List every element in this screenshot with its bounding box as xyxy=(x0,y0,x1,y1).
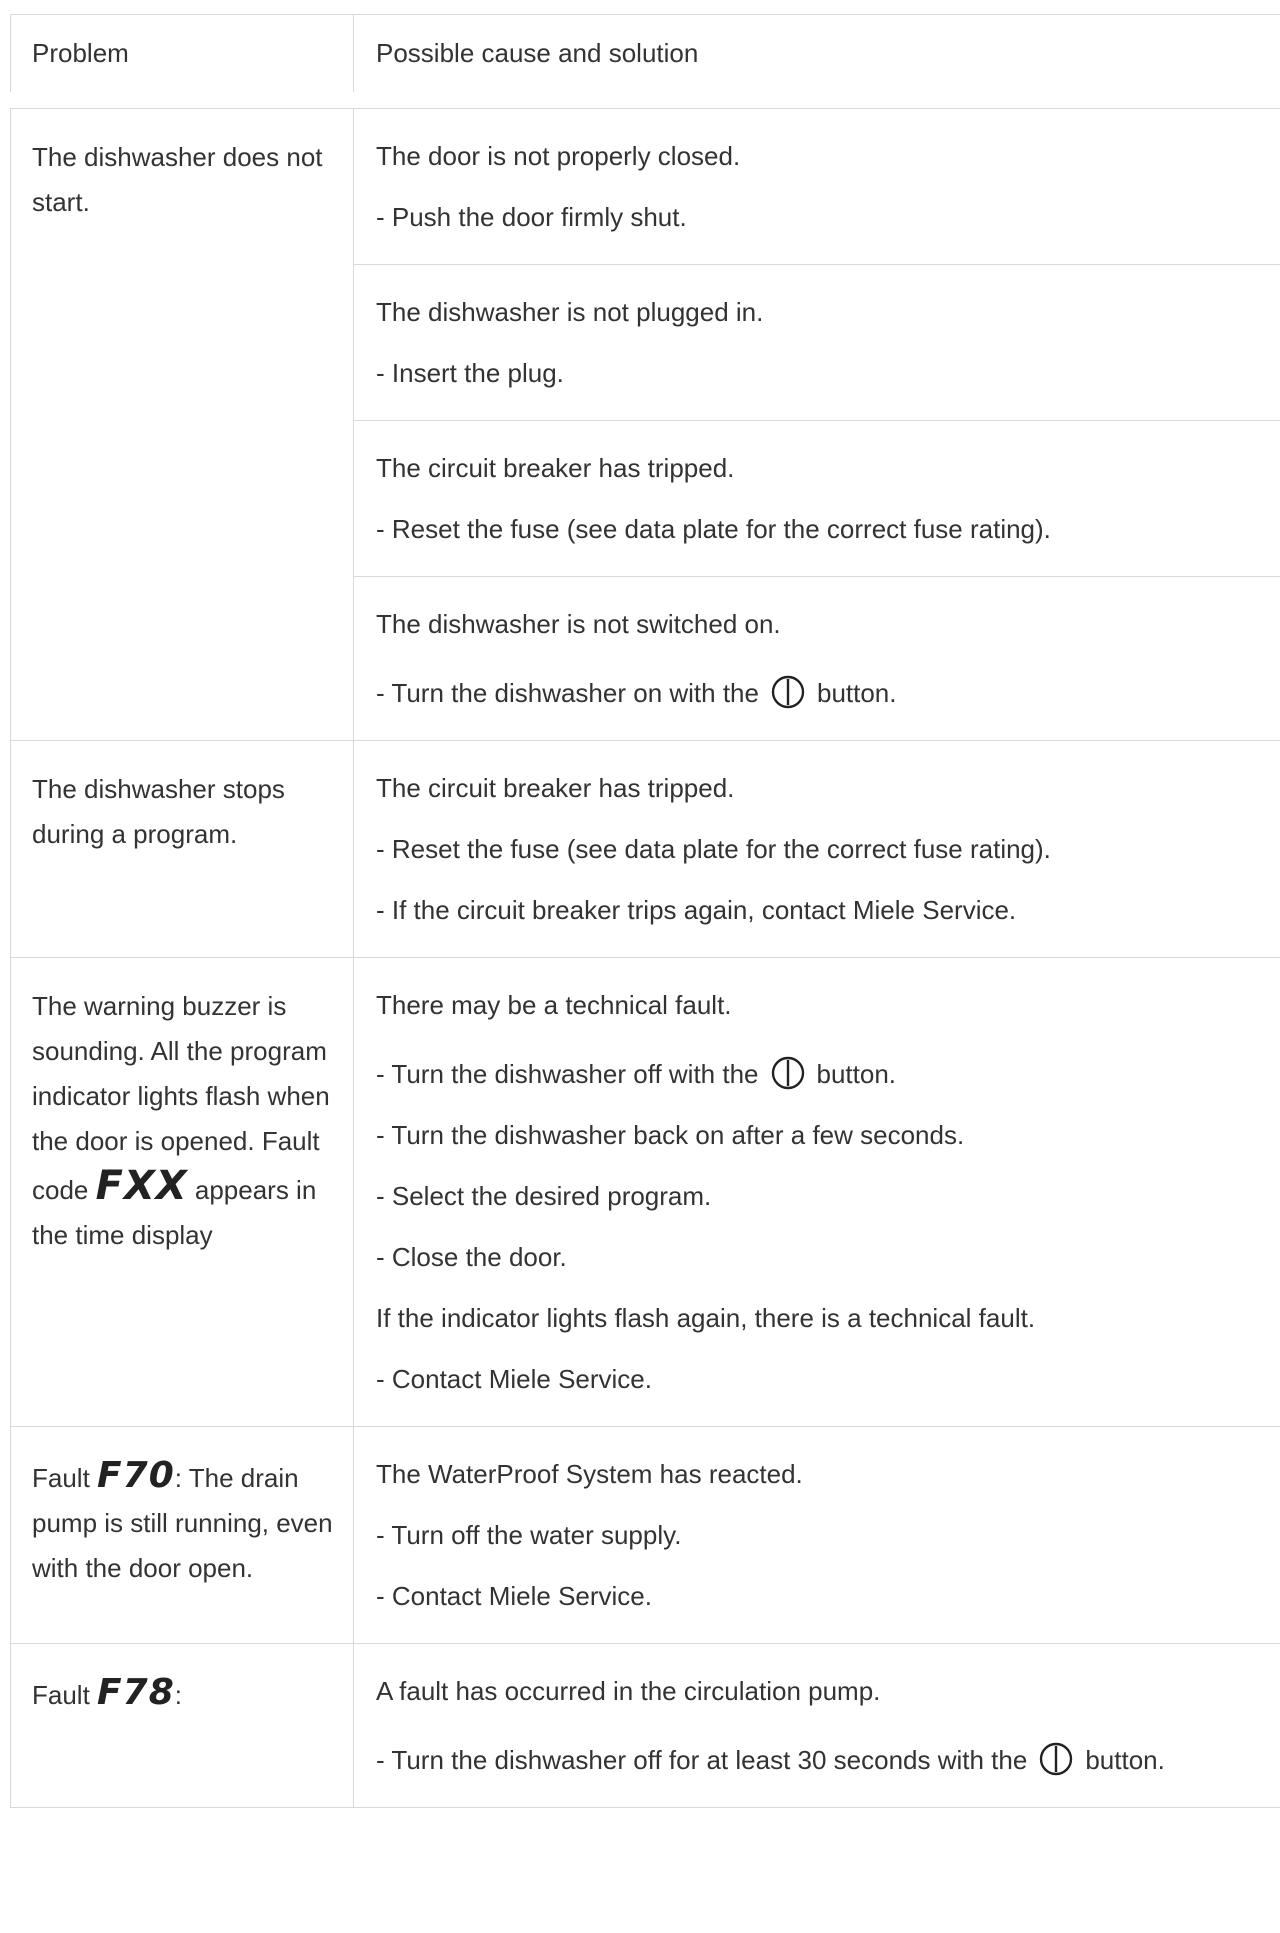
step-text: - If the circuit breaker trips again, co… xyxy=(376,895,1017,925)
header-solution: Possible cause and solution xyxy=(376,38,699,68)
cause-text: The dishwasher is not switched on. xyxy=(376,609,781,639)
solution-block: The WaterProof System has reacted. - Tur… xyxy=(354,1427,1280,1643)
note-text: If the indicator lights flash again, the… xyxy=(376,1303,1036,1333)
step-text: - Reset the fuse (see data plate for the… xyxy=(376,834,1051,864)
step-text: - Insert the plug. xyxy=(376,358,564,388)
solution-block: The circuit breaker has tripped. - Reset… xyxy=(354,741,1280,957)
solution-block: There may be a technical fault. - Turn t… xyxy=(354,958,1280,1426)
step-text: - Reset the fuse (see data plate for the… xyxy=(376,514,1051,544)
cause-text: The door is not properly closed. xyxy=(376,141,741,171)
power-icon xyxy=(771,1056,804,1090)
problem-cell: The dishwasher stops during a program. xyxy=(10,741,354,957)
problem-cell: Fault F78: xyxy=(10,1644,354,1807)
step-text-end: button. xyxy=(816,1059,897,1089)
solution-block: The door is not properly closed. - Push … xyxy=(354,109,1280,265)
solution-block: The dishwasher is not plugged in. - Inse… xyxy=(354,265,1280,421)
cause-text: There may be a technical fault. xyxy=(376,990,732,1020)
step-text-start: - Turn the dishwasher off with the xyxy=(376,1059,759,1089)
table-row: The dishwasher does not start. The door … xyxy=(10,109,1280,741)
step-text: - Turn the dishwasher on with the button… xyxy=(376,670,1280,709)
step-text-start: - Turn the dishwasher off for at least 3… xyxy=(376,1745,1028,1775)
cause-text: The circuit breaker has tripped. xyxy=(376,773,735,803)
step-text: - Turn the dishwasher off for at least 3… xyxy=(376,1737,1280,1776)
table-header: Problem Possible cause and solution xyxy=(10,14,1280,109)
header-problem: Problem xyxy=(10,15,354,92)
step-text: - Contact Miele Service. xyxy=(376,1581,652,1611)
solution-block: A fault has occurred in the circulation … xyxy=(354,1644,1280,1807)
fault-code: F70 xyxy=(97,1455,175,1496)
step-text: - Contact Miele Service. xyxy=(376,1364,652,1394)
power-icon xyxy=(1040,1742,1073,1776)
table-row: Fault F70: The drain pump is still runni… xyxy=(10,1427,1280,1644)
step-text: - Turn the dishwasher back on after a fe… xyxy=(376,1120,965,1150)
cause-text: The dishwasher is not plugged in. xyxy=(376,297,764,327)
step-text: - Close the door. xyxy=(376,1242,567,1272)
troubleshooting-table: Problem Possible cause and solution The … xyxy=(10,14,1280,1808)
fault-code: FXX xyxy=(95,1163,188,1209)
problem-cell: Fault F70: The drain pump is still runni… xyxy=(10,1427,354,1643)
problem-cell: The dishwasher does not start. xyxy=(10,109,354,740)
problem-text: Fault xyxy=(32,1680,90,1710)
step-text: - Turn off the water supply. xyxy=(376,1520,682,1550)
cause-text: The circuit breaker has tripped. xyxy=(376,453,735,483)
table-row: The warning buzzer is sounding. All the … xyxy=(10,958,1280,1427)
table-row: The dishwasher stops during a program. T… xyxy=(10,741,1280,958)
power-icon xyxy=(771,675,805,709)
solution-block: The dishwasher is not switched on. - Tur… xyxy=(354,577,1280,740)
table-row: Fault F78: A fault has occurred in the c… xyxy=(10,1644,1280,1808)
step-text-end: button. xyxy=(1085,1745,1165,1775)
fault-code: F78 xyxy=(97,1672,175,1713)
step-text: - Turn the dishwasher off with the butto… xyxy=(376,1051,1280,1090)
step-text: - Push the door firmly shut. xyxy=(376,202,687,232)
step-text-end: button. xyxy=(816,678,897,708)
problem-cell: The warning buzzer is sounding. All the … xyxy=(10,958,354,1426)
cause-text: The WaterProof System has reacted. xyxy=(376,1459,803,1489)
solution-block: The circuit breaker has tripped. - Reset… xyxy=(354,421,1280,577)
problem-text-end: : xyxy=(174,1680,182,1710)
step-text: - Select the desired program. xyxy=(376,1181,712,1211)
cause-text: A fault has occurred in the circulation … xyxy=(376,1676,881,1706)
step-text-start: - Turn the dishwasher on with the xyxy=(376,678,759,708)
problem-text: Fault xyxy=(32,1463,90,1493)
